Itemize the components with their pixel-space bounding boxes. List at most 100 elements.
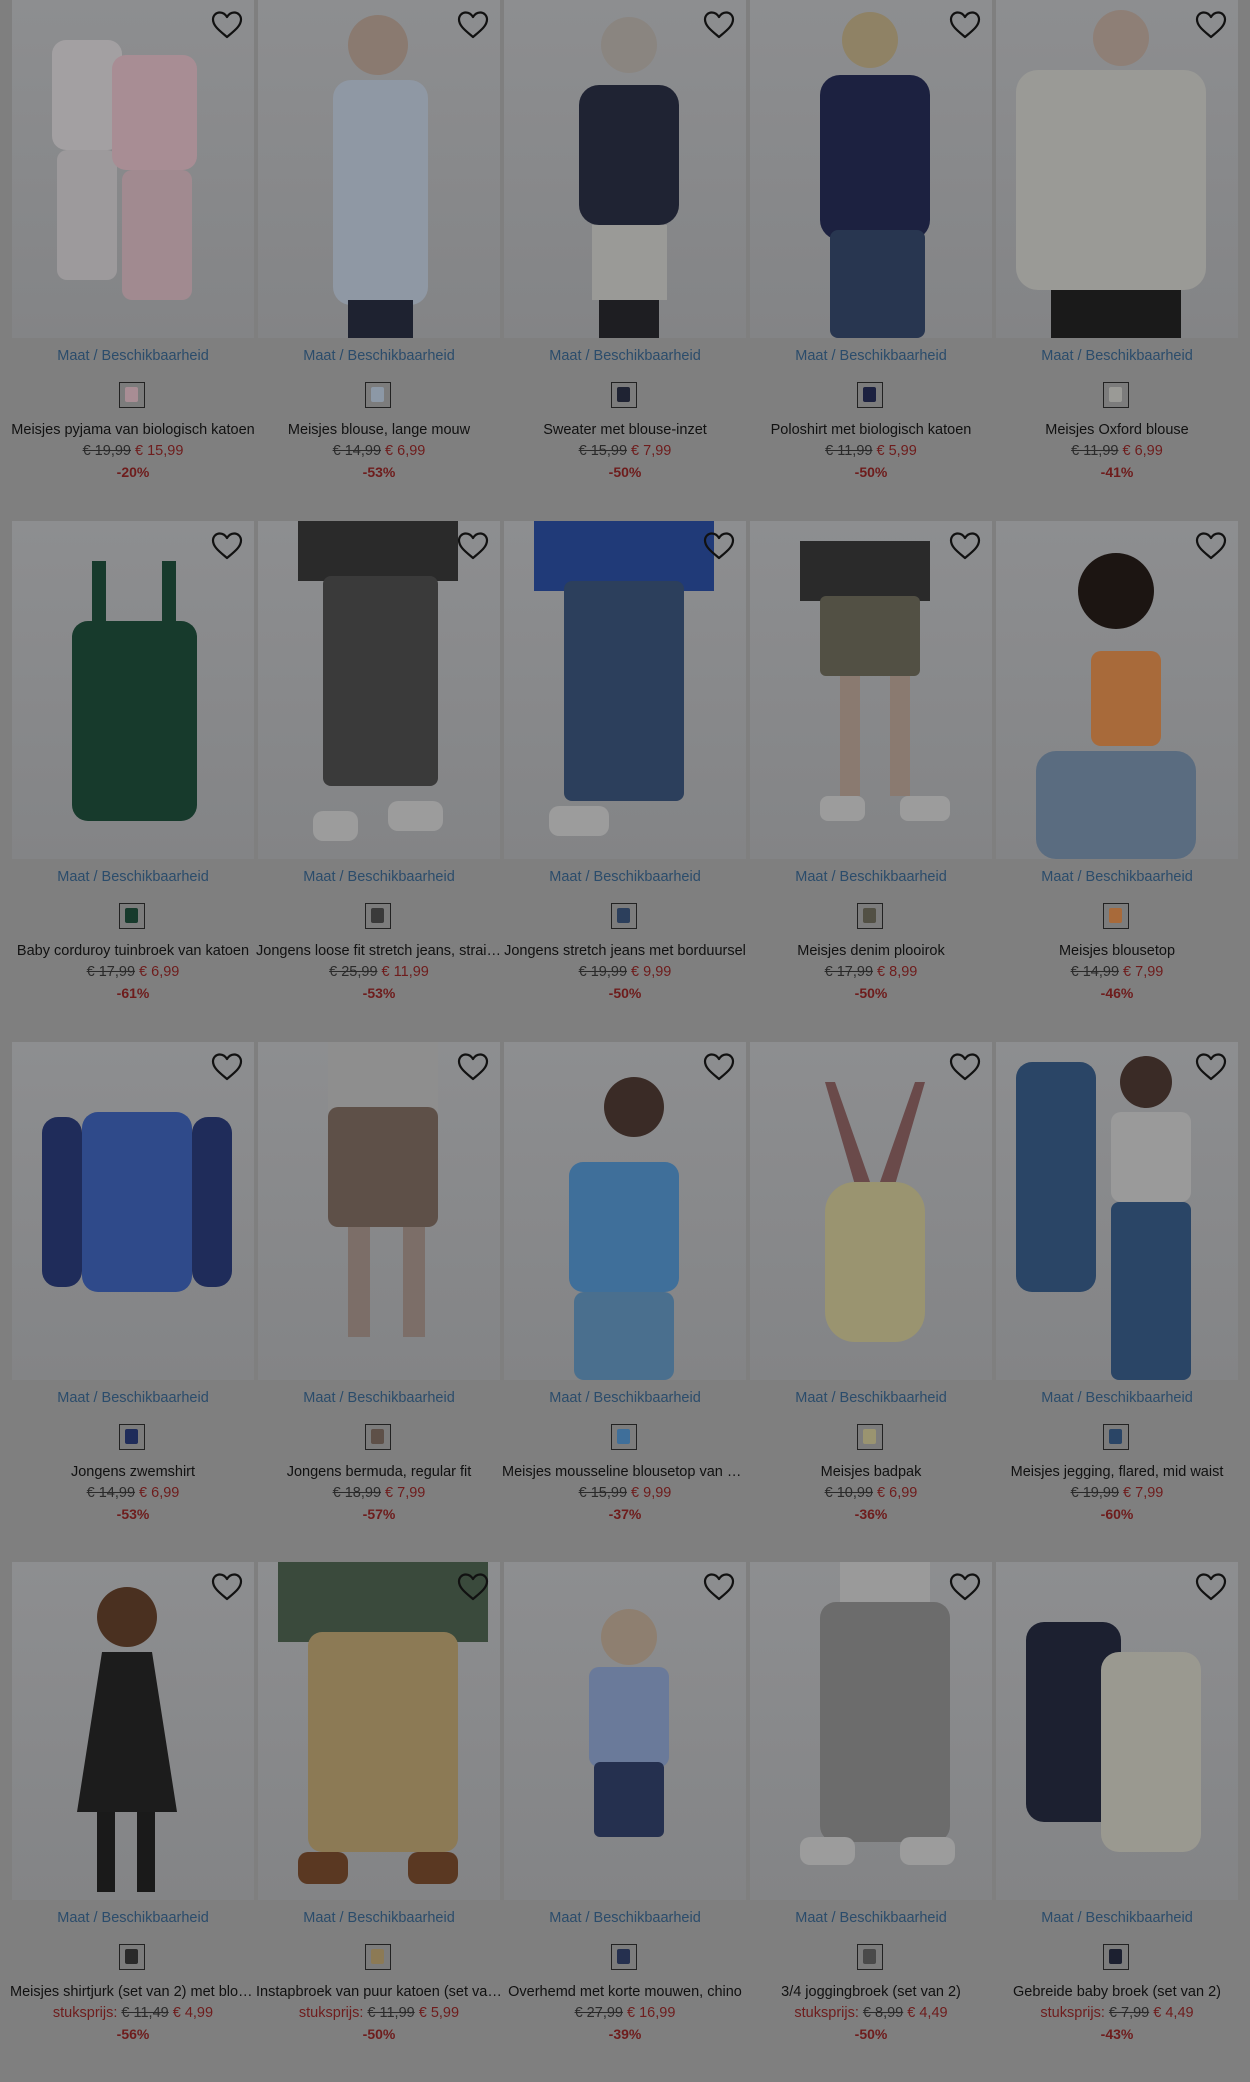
product-image[interactable] — [12, 1042, 254, 1380]
product-card[interactable]: Maat / Beschikbaarheid Jongens loose fit… — [256, 521, 502, 1001]
color-swatch[interactable] — [119, 903, 145, 929]
product-name[interactable]: Meisjes denim plooirok — [748, 943, 994, 959]
product-name[interactable]: Meisjes jegging, flared, mid waist — [994, 1464, 1240, 1480]
color-swatch[interactable] — [119, 1424, 145, 1450]
size-availability-link[interactable]: Maat / Beschikbaarheid — [996, 1910, 1238, 1926]
size-availability-link[interactable]: Maat / Beschikbaarheid — [750, 348, 992, 364]
size-availability-link[interactable]: Maat / Beschikbaarheid — [258, 1390, 500, 1406]
product-card[interactable]: Maat / Beschikbaarheid Meisjes Oxford bl… — [996, 0, 1238, 480]
product-name[interactable]: Poloshirt met biologisch katoen — [748, 422, 994, 438]
color-swatch[interactable] — [611, 382, 637, 408]
product-card[interactable]: Maat / Beschikbaarheid Meisjes blousetop… — [996, 521, 1238, 1001]
heart-outline-icon[interactable] — [210, 531, 244, 561]
heart-outline-icon[interactable] — [210, 1572, 244, 1602]
color-swatch[interactable] — [611, 903, 637, 929]
product-card[interactable]: Maat / Beschikbaarheid Meisjes blouse, l… — [258, 0, 500, 480]
product-name[interactable]: Meisjes mousseline blousetop van katoen — [502, 1464, 748, 1480]
heart-outline-icon[interactable] — [948, 531, 982, 561]
color-swatch[interactable] — [1103, 1944, 1129, 1970]
product-card[interactable]: Maat / Beschikbaarheid Jongens zwemshirt… — [12, 1042, 254, 1522]
product-name[interactable]: Jongens stretch jeans met borduursel — [502, 943, 748, 959]
size-availability-link[interactable]: Maat / Beschikbaarheid — [504, 1910, 746, 1926]
size-availability-link[interactable]: Maat / Beschikbaarheid — [504, 869, 746, 885]
product-card[interactable]: Maat / Beschikbaarheid Meisjes shirtjurk… — [10, 1562, 256, 2042]
product-card[interactable]: Maat / Beschikbaarheid Overhemd met kort… — [504, 1562, 746, 2042]
product-card[interactable]: Maat / Beschikbaarheid Meisjes denim plo… — [750, 521, 992, 1001]
color-swatch[interactable] — [611, 1944, 637, 1970]
color-swatch[interactable] — [365, 1944, 391, 1970]
product-image[interactable] — [504, 1042, 746, 1380]
product-image[interactable] — [504, 521, 746, 859]
heart-outline-icon[interactable] — [210, 1052, 244, 1082]
heart-outline-icon[interactable] — [702, 1052, 736, 1082]
heart-outline-icon[interactable] — [456, 531, 490, 561]
size-availability-link[interactable]: Maat / Beschikbaarheid — [12, 1910, 254, 1926]
size-availability-link[interactable]: Maat / Beschikbaarheid — [12, 348, 254, 364]
size-availability-link[interactable]: Maat / Beschikbaarheid — [750, 1390, 992, 1406]
heart-outline-icon[interactable] — [948, 10, 982, 40]
heart-outline-icon[interactable] — [948, 1572, 982, 1602]
product-card[interactable]: Maat / Beschikbaarheid Meisjes pyjama va… — [11, 0, 255, 480]
product-name[interactable]: Jongens bermuda, regular fit — [256, 1464, 502, 1480]
product-name[interactable]: Jongens loose fit stretch jeans, straigh… — [256, 943, 502, 959]
product-image[interactable] — [258, 1562, 500, 1900]
size-availability-link[interactable]: Maat / Beschikbaarheid — [750, 1910, 992, 1926]
size-availability-link[interactable]: Maat / Beschikbaarheid — [258, 869, 500, 885]
product-card[interactable]: Maat / Beschikbaarheid 3/4 joggingbroek … — [750, 1562, 992, 2042]
heart-outline-icon[interactable] — [1194, 10, 1228, 40]
product-image[interactable] — [996, 1042, 1238, 1380]
product-name[interactable]: Baby corduroy tuinbroek van katoen — [10, 943, 256, 959]
product-name[interactable]: Sweater met blouse-inzet — [502, 422, 748, 438]
color-swatch[interactable] — [365, 903, 391, 929]
color-swatch[interactable] — [1103, 903, 1129, 929]
product-image[interactable] — [996, 0, 1238, 338]
product-card[interactable]: Maat / Beschikbaarheid Meisjes mousselin… — [502, 1042, 748, 1522]
size-availability-link[interactable]: Maat / Beschikbaarheid — [996, 869, 1238, 885]
size-availability-link[interactable]: Maat / Beschikbaarheid — [12, 869, 254, 885]
color-swatch[interactable] — [119, 1944, 145, 1970]
product-card[interactable]: Maat / Beschikbaarheid Meisjes badpak € … — [750, 1042, 992, 1522]
product-name[interactable]: Meisjes blouse, lange mouw — [256, 422, 502, 438]
product-image[interactable] — [258, 1042, 500, 1380]
product-image[interactable] — [504, 0, 746, 338]
product-image[interactable] — [258, 521, 500, 859]
heart-outline-icon[interactable] — [948, 1052, 982, 1082]
product-name[interactable]: Meisjes shirtjurk (set van 2) met bloeme… — [10, 1984, 256, 2000]
product-card[interactable]: Maat / Beschikbaarheid Gebreide baby bro… — [996, 1562, 1238, 2042]
product-image[interactable] — [12, 521, 254, 859]
heart-outline-icon[interactable] — [456, 1572, 490, 1602]
color-swatch[interactable] — [857, 1944, 883, 1970]
heart-outline-icon[interactable] — [210, 10, 244, 40]
product-image[interactable] — [750, 1042, 992, 1380]
product-card[interactable]: Maat / Beschikbaarheid Poloshirt met bio… — [750, 0, 992, 480]
heart-outline-icon[interactable] — [1194, 1052, 1228, 1082]
product-card[interactable]: Maat / Beschikbaarheid Instapbroek van p… — [256, 1562, 502, 2042]
product-image[interactable] — [996, 1562, 1238, 1900]
size-availability-link[interactable]: Maat / Beschikbaarheid — [12, 1390, 254, 1406]
heart-outline-icon[interactable] — [1194, 1572, 1228, 1602]
color-swatch[interactable] — [857, 1424, 883, 1450]
product-name[interactable]: Overhemd met korte mouwen, chino — [502, 1984, 748, 2000]
color-swatch[interactable] — [365, 1424, 391, 1450]
color-swatch[interactable] — [611, 1424, 637, 1450]
size-availability-link[interactable]: Maat / Beschikbaarheid — [996, 348, 1238, 364]
size-availability-link[interactable]: Maat / Beschikbaarheid — [258, 348, 500, 364]
product-card[interactable]: Maat / Beschikbaarheid Jongens stretch j… — [504, 521, 746, 1001]
color-swatch[interactable] — [857, 903, 883, 929]
product-image[interactable] — [750, 521, 992, 859]
color-swatch[interactable] — [1103, 382, 1129, 408]
heart-outline-icon[interactable] — [702, 1572, 736, 1602]
heart-outline-icon[interactable] — [1194, 531, 1228, 561]
product-card[interactable]: Maat / Beschikbaarheid Sweater met blous… — [504, 0, 746, 480]
product-image[interactable] — [750, 1562, 992, 1900]
product-name[interactable]: Meisjes badpak — [748, 1464, 994, 1480]
product-image[interactable] — [504, 1562, 746, 1900]
size-availability-link[interactable]: Maat / Beschikbaarheid — [750, 869, 992, 885]
product-name[interactable]: Instapbroek van puur katoen (set van 2) — [256, 1984, 502, 2000]
heart-outline-icon[interactable] — [456, 1052, 490, 1082]
product-card[interactable]: Maat / Beschikbaarheid Jongens bermuda, … — [258, 1042, 500, 1522]
product-name[interactable]: Gebreide baby broek (set van 2) — [994, 1984, 1240, 2000]
color-swatch[interactable] — [857, 382, 883, 408]
product-name[interactable]: Meisjes blousetop — [994, 943, 1240, 959]
product-image[interactable] — [12, 0, 254, 338]
